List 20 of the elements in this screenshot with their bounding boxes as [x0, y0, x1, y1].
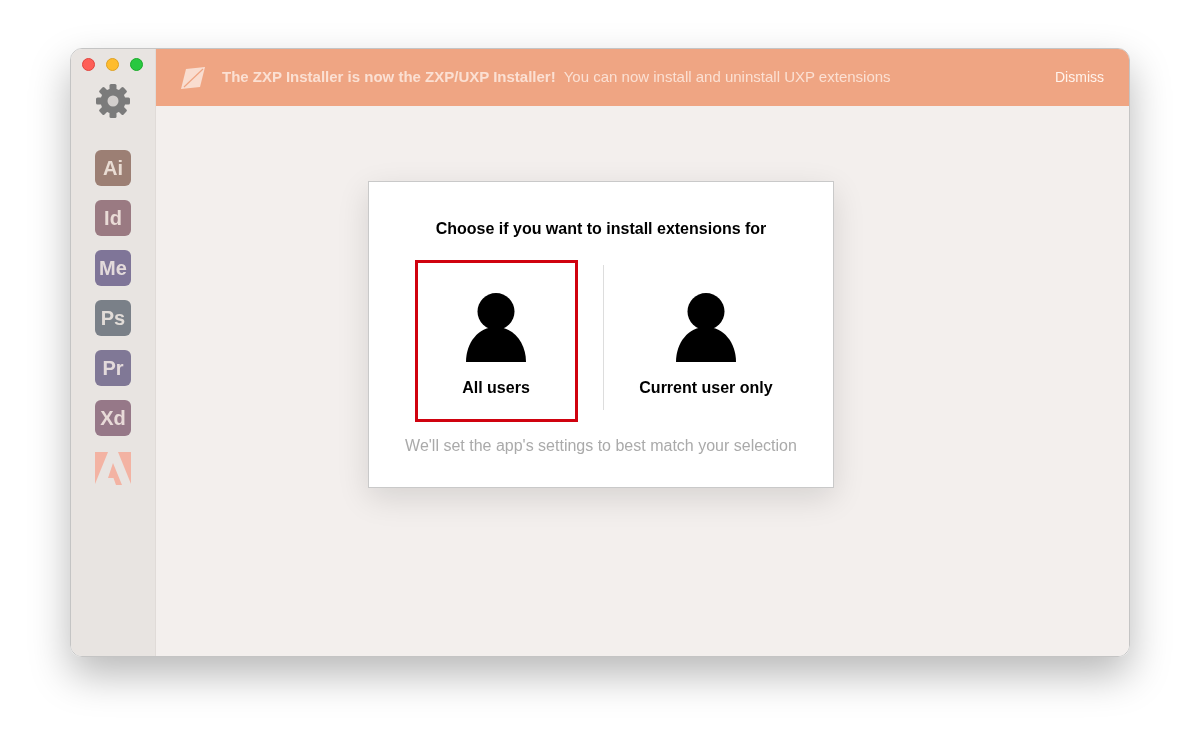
minimize-button[interactable] — [106, 58, 119, 71]
close-button[interactable] — [82, 58, 95, 71]
person-icon — [676, 293, 736, 362]
banner-title: The ZXP Installer is now the ZXP/UXP Installer! — [222, 67, 556, 88]
app-tile[interactable]: Ai — [95, 150, 131, 186]
logo-icon[interactable] — [95, 452, 131, 486]
app-tile[interactable]: Ps — [95, 300, 131, 336]
dismiss-link[interactable]: Dismiss — [1055, 67, 1104, 88]
dialog-title: Choose if you want to install extensions for — [435, 219, 767, 239]
app-tile[interactable]: Me — [95, 250, 131, 286]
banner-message: You can now install and uninstall UXP extensions — [563, 67, 891, 88]
paper-icon — [181, 66, 205, 89]
app-tile[interactable]: Pr — [95, 350, 131, 386]
user-option[interactable]: All users — [414, 260, 578, 422]
app-tile[interactable]: Id — [95, 200, 131, 236]
maximize-button[interactable] — [130, 58, 143, 71]
person-icon — [466, 293, 526, 362]
user-option[interactable]: Current user only — [624, 260, 788, 422]
dialog-note: We'll set the app's settings to best match your selection — [405, 436, 797, 456]
app-tile[interactable]: Xd — [95, 400, 131, 436]
